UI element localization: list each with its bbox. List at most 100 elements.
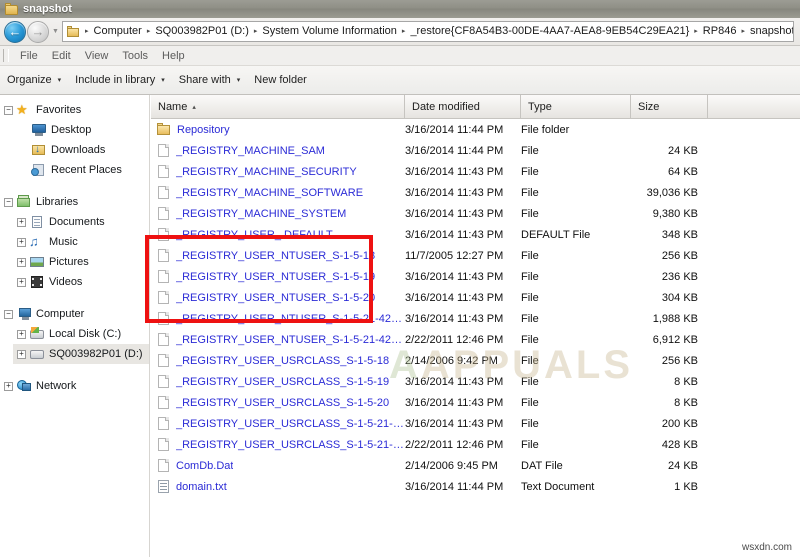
sidebar-label-favorites: Favorites xyxy=(36,104,81,116)
table-row[interactable]: Repository3/16/2014 11:44 PMFile folder xyxy=(151,119,800,140)
file-name-cell[interactable]: _REGISTRY_MACHINE_SYSTEM xyxy=(151,206,405,221)
breadcrumb-separator-4[interactable]: ▸ xyxy=(691,22,701,41)
menu-tools[interactable]: Tools xyxy=(115,47,155,65)
file-name-cell[interactable]: domain.txt xyxy=(151,479,405,494)
desktop-icon xyxy=(31,123,47,137)
file-name-cell[interactable]: _REGISTRY_USER_USRCLASS_S-1-5-21-426... xyxy=(151,437,405,452)
file-name-cell[interactable]: Repository xyxy=(151,123,405,136)
file-name-cell[interactable]: _REGISTRY_USER_USRCLASS_S-1-5-20 xyxy=(151,395,405,410)
file-name-cell[interactable]: _REGISTRY_USER_NTUSER_S-1-5-18 xyxy=(151,248,405,263)
column-header-size[interactable]: Size xyxy=(631,95,708,118)
file-name-cell[interactable]: _REGISTRY_MACHINE_SAM xyxy=(151,143,405,158)
file-name-cell[interactable]: _REGISTRY_USER_USRCLASS_S-1-5-19 xyxy=(151,374,405,389)
sidebar-item-pictures[interactable]: + Pictures xyxy=(13,252,149,272)
table-row[interactable]: _REGISTRY_USER_USRCLASS_S-1-5-21-426...2… xyxy=(151,434,800,455)
table-row[interactable]: _REGISTRY_MACHINE_SYSTEM3/16/2014 11:43 … xyxy=(151,203,800,224)
sidebar-item-local-disk-c[interactable]: + Local Disk (C:) xyxy=(13,324,149,344)
expand-icon[interactable]: + xyxy=(17,330,26,339)
breadcrumb-separator-3[interactable]: ▸ xyxy=(399,22,409,41)
table-row[interactable]: _REGISTRY_USER_USRCLASS_S-1-5-193/16/201… xyxy=(151,371,800,392)
file-list-pane: Name ▴ Date modified Type Size Repositor… xyxy=(151,95,800,557)
column-header-name[interactable]: Name ▴ xyxy=(151,95,405,118)
table-row[interactable]: _REGISTRY_MACHINE_SAM3/16/2014 11:44 PMF… xyxy=(151,140,800,161)
table-row[interactable]: domain.txt3/16/2014 11:44 PMText Documen… xyxy=(151,476,800,497)
expand-icon[interactable]: + xyxy=(17,238,26,247)
table-row[interactable]: _REGISTRY_USER_NTUSER_S-1-5-21-42640...3… xyxy=(151,308,800,329)
expand-icon[interactable]: + xyxy=(17,350,26,359)
menu-help[interactable]: Help xyxy=(155,47,192,65)
address-bar[interactable]: ▸ Computer ▸ SQ003982P01 (D:) ▸ System V… xyxy=(62,21,794,42)
sidebar-item-network[interactable]: + Network xyxy=(0,376,149,396)
sidebar-label-desktop: Desktop xyxy=(51,124,91,136)
menu-edit[interactable]: Edit xyxy=(45,47,78,65)
collapse-icon[interactable]: − xyxy=(4,106,13,115)
sidebar-item-computer[interactable]: − Computer xyxy=(0,304,149,324)
breadcrumb-separator-2[interactable]: ▸ xyxy=(251,22,261,41)
breadcrumb-snapshot[interactable]: snapshot xyxy=(748,22,794,41)
expand-icon[interactable]: + xyxy=(4,382,13,391)
table-row[interactable]: _REGISTRY_USER_USRCLASS_S-1-5-182/14/200… xyxy=(151,350,800,371)
file-name-cell[interactable]: _REGISTRY_USER_USRCLASS_S-1-5-21-426... xyxy=(151,416,405,431)
table-row[interactable]: _REGISTRY_USER_NTUSER_S-1-5-1811/7/2005 … xyxy=(151,245,800,266)
sidebar-item-documents[interactable]: + Documents xyxy=(13,212,149,232)
breadcrumb-computer[interactable]: Computer xyxy=(92,22,144,41)
file-name-cell[interactable]: _REGISTRY_USER_NTUSER_S-1-5-19 xyxy=(151,269,405,284)
collapse-icon[interactable]: − xyxy=(4,310,13,319)
file-type: File xyxy=(521,208,631,220)
back-button[interactable]: ← xyxy=(4,21,26,43)
collapse-icon[interactable]: − xyxy=(4,198,13,207)
sidebar-item-libraries[interactable]: − Libraries xyxy=(0,192,149,212)
breadcrumb-rp846[interactable]: RP846 xyxy=(701,22,739,41)
sidebar-label-network: Network xyxy=(36,380,76,392)
menu-file[interactable]: File xyxy=(13,47,45,65)
expand-icon[interactable]: + xyxy=(17,278,26,287)
column-header-type[interactable]: Type xyxy=(521,95,631,118)
sidebar-item-videos[interactable]: + Videos xyxy=(13,272,149,292)
file-name-cell[interactable]: ComDb.Dat xyxy=(151,458,405,473)
file-name-cell[interactable]: _REGISTRY_MACHINE_SOFTWARE xyxy=(151,185,405,200)
share-with-button[interactable]: Share with ▾ xyxy=(172,69,248,92)
sidebar-item-desktop[interactable]: Desktop xyxy=(13,120,149,140)
table-row[interactable]: _REGISTRY_USER_USRCLASS_S-1-5-203/16/201… xyxy=(151,392,800,413)
breadcrumb-restore-guid[interactable]: _restore{CF8A54B3-00DE-4AA7-AEA8-9EB54C2… xyxy=(408,22,691,41)
table-row[interactable]: _REGISTRY_MACHINE_SOFTWARE3/16/2014 11:4… xyxy=(151,182,800,203)
breadcrumb-separator-1[interactable]: ▸ xyxy=(144,22,154,41)
table-row[interactable]: _REGISTRY_USER_NTUSER_S-1-5-193/16/2014 … xyxy=(151,266,800,287)
table-row[interactable]: _REGISTRY_USER_NTUSER_S-1-5-203/16/2014 … xyxy=(151,287,800,308)
expand-icon[interactable]: + xyxy=(17,258,26,267)
table-row[interactable]: _REGISTRY_USER_NTUSER_S-1-5-21-42640...2… xyxy=(151,329,800,350)
table-row[interactable]: _REGISTRY_MACHINE_SECURITY3/16/2014 11:4… xyxy=(151,161,800,182)
table-row[interactable]: _REGISTRY_USER_USRCLASS_S-1-5-21-426...3… xyxy=(151,413,800,434)
new-folder-button[interactable]: New folder xyxy=(247,69,314,92)
sidebar-item-sq003982p01-d[interactable]: + SQ003982P01 (D:) xyxy=(13,344,149,364)
file-name-cell[interactable]: _REGISTRY_USER_NTUSER_S-1-5-20 xyxy=(151,290,405,305)
file-icon xyxy=(157,437,170,452)
new-folder-label: New folder xyxy=(254,73,307,88)
menu-view[interactable]: View xyxy=(78,47,116,65)
breadcrumb-drive[interactable]: SQ003982P01 (D:) xyxy=(153,22,251,41)
nav-group-network: + Network xyxy=(0,376,149,396)
file-name-cell[interactable]: _REGISTRY_MACHINE_SECURITY xyxy=(151,164,405,179)
sidebar-item-favorites[interactable]: − ★ Favorites xyxy=(0,100,149,120)
breadcrumb-separator-0[interactable]: ▸ xyxy=(82,22,92,41)
column-header-date-modified[interactable]: Date modified xyxy=(405,95,521,118)
column-header-empty[interactable] xyxy=(708,95,800,118)
breadcrumb-separator-5[interactable]: ▸ xyxy=(738,22,748,41)
expand-icon[interactable]: + xyxy=(17,218,26,227)
sidebar-item-downloads[interactable]: ↓ Downloads xyxy=(13,140,149,160)
file-name-cell[interactable]: _REGISTRY_USER_USRCLASS_S-1-5-18 xyxy=(151,353,405,368)
table-row[interactable]: _REGISTRY_USER_.DEFAULT3/16/2014 11:43 P… xyxy=(151,224,800,245)
forward-button[interactable]: → xyxy=(27,21,49,43)
sidebar-item-music[interactable]: + ♫ Music xyxy=(13,232,149,252)
breadcrumb-system-volume-information[interactable]: System Volume Information xyxy=(260,22,399,41)
drive-icon xyxy=(29,347,45,361)
include-in-library-button[interactable]: Include in library ▾ xyxy=(68,69,172,92)
history-dropdown-button[interactable]: ▼ xyxy=(49,21,62,43)
organize-button[interactable]: Organize ▾ xyxy=(0,69,68,92)
file-name-cell[interactable]: _REGISTRY_USER_NTUSER_S-1-5-21-42640... xyxy=(151,311,405,326)
file-name-cell[interactable]: _REGISTRY_USER_.DEFAULT xyxy=(151,227,405,242)
table-row[interactable]: ComDb.Dat2/14/2006 9:45 PMDAT File24 KB xyxy=(151,455,800,476)
sidebar-item-recent-places[interactable]: Recent Places xyxy=(13,160,149,180)
file-size: 1 KB xyxy=(631,481,708,493)
file-name-cell[interactable]: _REGISTRY_USER_NTUSER_S-1-5-21-42640... xyxy=(151,332,405,347)
